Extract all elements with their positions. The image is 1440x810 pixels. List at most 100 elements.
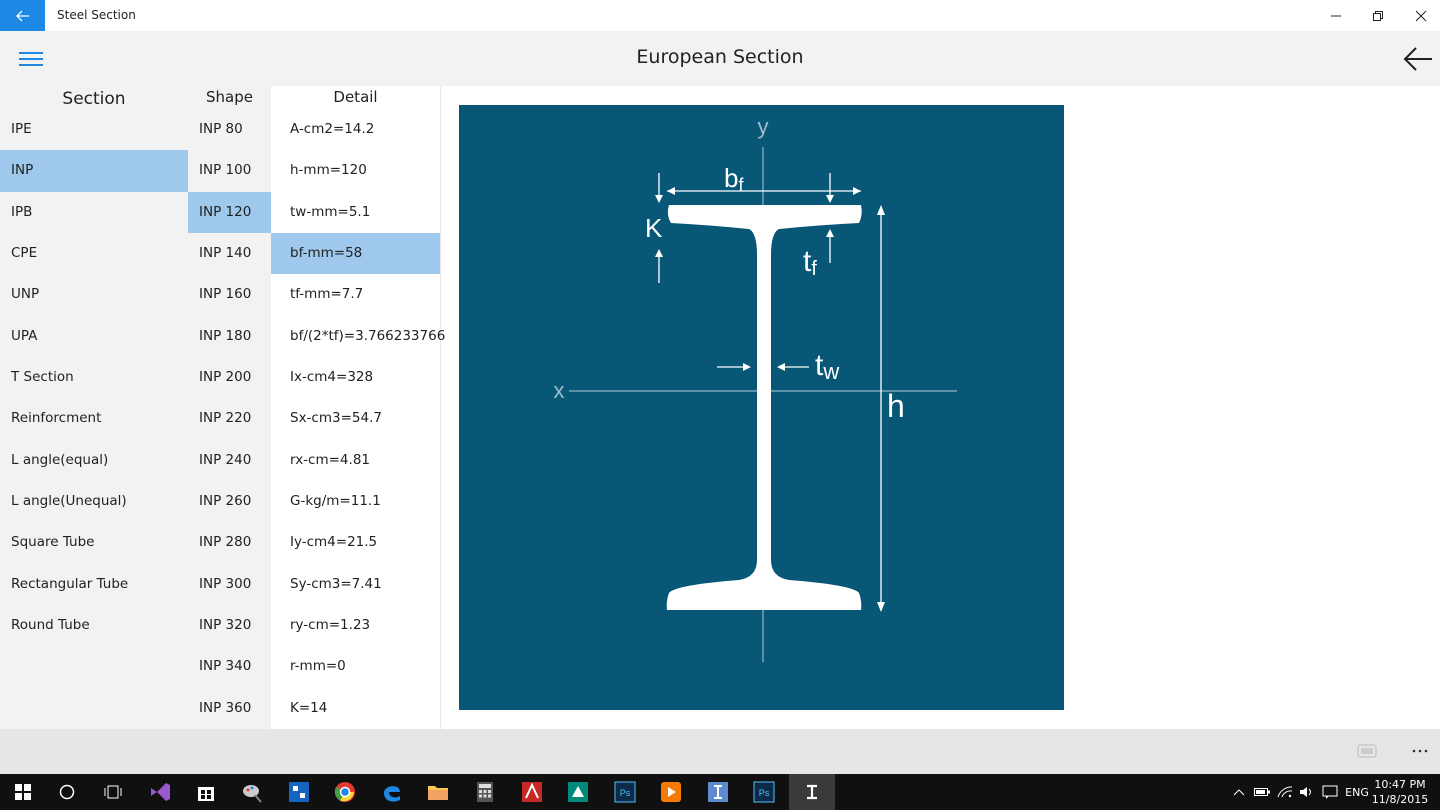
detail-list-item[interactable]: h-mm=120 (271, 150, 440, 191)
file-explorer-icon[interactable] (415, 774, 461, 810)
chrome-icon[interactable] (322, 774, 368, 810)
chevron-up-icon[interactable] (1228, 774, 1250, 810)
shape-list-item[interactable]: INP 280 (188, 522, 271, 563)
y-axis-label: y (758, 114, 769, 139)
minimize-icon[interactable] (1313, 0, 1359, 31)
steel-section-icon[interactable] (789, 774, 835, 810)
windows-start-icon[interactable] (0, 774, 46, 810)
tw-label: tw (815, 349, 839, 384)
section-list-item[interactable]: IPE (0, 109, 188, 150)
shape-list-item[interactable]: INP 340 (188, 646, 271, 687)
back-arrow-icon[interactable] (1402, 43, 1434, 75)
clock[interactable]: 10:47 PM 11/8/2015 (1370, 777, 1430, 807)
svg-text:Ps: Ps (620, 788, 631, 798)
back-arrow-icon[interactable] (0, 0, 45, 31)
paint-icon[interactable] (229, 774, 275, 810)
app-icon[interactable] (695, 774, 741, 810)
section-list-item[interactable]: IPB (0, 192, 188, 233)
section-list-item[interactable]: CPE (0, 233, 188, 274)
battery-icon[interactable] (1252, 774, 1272, 810)
detail-list-item[interactable]: K=14 (271, 688, 440, 729)
clock-time: 10:47 PM (1374, 778, 1426, 791)
volume-icon[interactable] (1297, 774, 1317, 810)
shape-list-item[interactable]: INP 240 (188, 440, 271, 481)
section-list-item[interactable]: T Section (0, 357, 188, 398)
detail-list-item[interactable]: G-kg/m=11.1 (271, 481, 440, 522)
language-indicator[interactable]: ENG (1344, 774, 1370, 810)
shape-list-item[interactable]: INP 320 (188, 605, 271, 646)
detail-list-item[interactable]: r-mm=0 (271, 646, 440, 687)
shape-list-item[interactable]: INP 300 (188, 564, 271, 605)
section-list-item[interactable]: L angle(Unequal) (0, 481, 188, 522)
visual-studio-icon[interactable] (137, 774, 183, 810)
section-list-item[interactable]: Square Tube (0, 522, 188, 563)
detail-list-item[interactable]: bf/(2*tf)=3.766233766 (271, 316, 445, 357)
detail-list: A-cm2=14.2 h-mm=120 tw-mm=5.1 bf-mm=58 tf-mm… (271, 109, 445, 729)
shape-list-item[interactable]: INP 160 (188, 274, 271, 315)
close-icon[interactable] (1398, 0, 1440, 31)
section-column-header: Section (62, 89, 126, 109)
section-list-item[interactable]: L angle(equal) (0, 440, 188, 481)
shape-list-item[interactable]: INP 220 (188, 398, 271, 439)
section-list-item[interactable]: Rectangular Tube (0, 564, 188, 605)
shape-column-header: Shape (206, 88, 253, 106)
detail-list-item[interactable]: tw-mm=5.1 (271, 192, 440, 233)
shape-list: INP 80 INP 100 INP 120 INP 140 INP 160 INP 18… (188, 109, 271, 729)
x-axis-label: x (554, 378, 565, 403)
notification-icon[interactable] (1320, 774, 1340, 810)
h-label: h (887, 388, 905, 424)
detail-list-item[interactable]: Sy-cm3=7.41 (271, 564, 440, 605)
shape-list-item[interactable]: INP 120 (188, 191, 271, 234)
store-icon[interactable] (183, 774, 229, 810)
shape-list-item[interactable]: INP 80 (188, 109, 271, 150)
autocad-icon[interactable] (509, 774, 555, 810)
detail-list-panel: Detail A-cm2=14.2 h-mm=120 tw-mm=5.1 bf-mm=… (271, 86, 445, 729)
section-list-panel: Section IPE INP IPB CPE UNP UPA T Section Reinf… (0, 86, 188, 729)
detail-list-item[interactable]: Sx-cm3=54.7 (271, 398, 440, 439)
detail-list-item[interactable]: rx-cm=4.81 (271, 440, 440, 481)
clock-date: 11/8/2015 (1371, 793, 1429, 806)
shape-list-item[interactable]: INP 200 (188, 357, 271, 398)
photoshop-icon[interactable]: Ps (741, 774, 787, 810)
calculator-icon[interactable] (462, 774, 508, 810)
shape-list-panel: Shape INP 80 INP 100 INP 120 INP 140 INP 160… (188, 86, 271, 729)
shape-list-item[interactable]: INP 140 (188, 233, 271, 274)
edge-icon[interactable] (369, 774, 415, 810)
detail-list-item[interactable]: ry-cm=1.23 (271, 605, 440, 646)
taskbar: Ps Ps ENG 10:47 PM 11/8/2015 (0, 774, 1440, 810)
shape-list-item[interactable]: INP 180 (188, 316, 271, 357)
section-list-item[interactable]: INP (0, 150, 188, 192)
app-header: European Section (0, 31, 1440, 86)
svg-text:Ps: Ps (759, 788, 770, 798)
app-icon[interactable] (555, 774, 601, 810)
k-label: K (645, 213, 663, 243)
shape-list-item[interactable]: INP 260 (188, 481, 271, 522)
search-circle-icon[interactable] (44, 774, 90, 810)
more-options-icon[interactable] (1408, 741, 1432, 761)
section-list-item[interactable]: Round Tube (0, 605, 188, 646)
section-list-item[interactable]: Reinforcment (0, 398, 188, 439)
detail-list-item[interactable]: Ix-cm4=328 (271, 357, 440, 398)
section-list-item[interactable]: UNP (0, 274, 188, 315)
app-icon[interactable] (276, 774, 322, 810)
media-player-icon[interactable] (648, 774, 694, 810)
section-diagram: y x bf K tf tw h (459, 105, 1064, 710)
detail-list-item[interactable]: bf-mm=58 (271, 233, 440, 275)
i-beam-diagram: y x bf K tf tw h (554, 114, 957, 662)
section-list-item[interactable]: UPA (0, 316, 188, 357)
detail-list-item[interactable]: A-cm2=14.2 (271, 109, 440, 150)
i-beam-shape (666, 205, 862, 610)
section-list: IPE INP IPB CPE UNP UPA T Section Reinforcment L… (0, 109, 188, 646)
restore-icon[interactable] (1355, 0, 1401, 31)
detail-column-header: Detail (333, 88, 378, 106)
detail-list-item[interactable]: tf-mm=7.7 (271, 274, 440, 315)
shape-list-item[interactable]: INP 100 (188, 150, 271, 191)
shape-list-item[interactable]: INP 360 (188, 688, 271, 729)
wifi-icon[interactable] (1275, 774, 1295, 810)
detail-list-item[interactable]: Iy-cm4=21.5 (271, 522, 440, 563)
photoshop-icon[interactable]: Ps (602, 774, 648, 810)
display-icon[interactable] (1356, 741, 1378, 761)
command-bar (0, 729, 1440, 774)
bf-label: bf (724, 163, 744, 195)
task-view-icon[interactable] (90, 774, 136, 810)
